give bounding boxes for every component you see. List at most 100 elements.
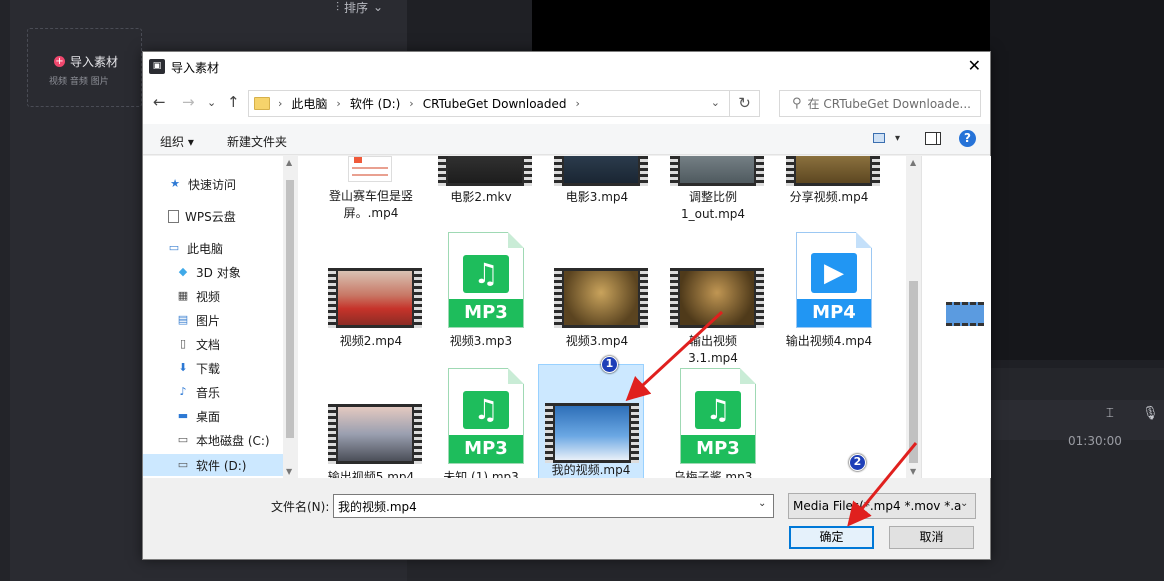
folder-icon (254, 97, 270, 110)
file-item[interactable]: ♫ MP3 乌梅子酱.mp3 (660, 364, 766, 478)
search-placeholder: 在 CRTubeGet Downloade... (807, 97, 971, 111)
file-item[interactable]: ▶ MP4 输出视频4.mp4 (776, 228, 882, 360)
search-input[interactable]: ⚲ 在 CRTubeGet Downloade... (779, 90, 981, 117)
chevron-down-icon[interactable]: ⌄ (960, 498, 968, 509)
file-name: 输出视频4.mp4 (785, 334, 873, 348)
file-item[interactable]: ♫ MP3 视频3.mp3 (428, 228, 534, 360)
help-icon[interactable]: ? (959, 130, 976, 147)
breadcrumb-this-pc[interactable]: 此电脑 (291, 95, 327, 112)
nav-item-documents[interactable]: ▯ 文档 (143, 333, 283, 355)
nav-item-label: 音乐 (196, 385, 221, 400)
file-item[interactable]: 电影3.mp4 (544, 156, 650, 208)
file-name: 视频2.mp4 (339, 334, 403, 348)
download-icon: ⬇ (178, 361, 188, 374)
nav-item-label: 图片 (196, 313, 221, 328)
file-thumbnail (348, 156, 392, 182)
file-name: 电影2.mkv (450, 190, 512, 204)
nav-item-videos[interactable]: ▦ 视频 (143, 285, 283, 307)
right-panel (990, 0, 1164, 360)
cancel-button[interactable]: 取消 (889, 526, 974, 549)
file-item-selected[interactable]: 我的视频.mp4 (538, 364, 644, 478)
file-name: 未知 (1).mp3 (443, 470, 519, 478)
file-item[interactable]: 调整比例1_out.mp4 (660, 156, 766, 226)
up-arrow-icon[interactable]: ↑ (227, 93, 240, 111)
recent-dropdown-icon[interactable]: ⌄ (207, 96, 216, 109)
import-title: + 导入素材 (54, 53, 118, 70)
chevron-down-icon[interactable]: ⌄ (758, 498, 766, 509)
chevron-right-icon: › (278, 97, 283, 110)
scroll-up-icon[interactable]: ▲ (910, 158, 916, 167)
nav-scrollbar[interactable]: ▲ ▼ (283, 156, 297, 478)
ok-button[interactable]: 确定 (789, 526, 874, 549)
star-icon: ★ (170, 177, 180, 190)
file-item[interactable]: 登山赛车但是竖屏。.mp4 (318, 156, 424, 226)
file-name: 我的视频.mp4 (551, 463, 631, 477)
text-icon[interactable]: ⌶ (1106, 406, 1114, 421)
refresh-icon[interactable]: ↻ (730, 90, 760, 117)
file-item[interactable]: 输出视频5.mp4 (318, 400, 424, 478)
import-subtitle: 视频 音频 图片 (49, 77, 109, 87)
nav-item-drive-c[interactable]: ▭ 本地磁盘 (C:) (143, 429, 283, 451)
file-item[interactable]: 视频3.mp4 (544, 264, 650, 360)
import-media-box[interactable]: + 导入素材 视频 音频 图片 (27, 28, 142, 107)
music-note-icon: ♫ (695, 391, 741, 429)
view-options-icon[interactable] (873, 133, 885, 143)
forward-arrow-icon[interactable]: → (182, 93, 195, 111)
back-arrow-icon[interactable]: ← (153, 93, 166, 111)
timeline-time: 01:30:00 (1068, 434, 1122, 448)
file-item[interactable]: 视频2.mp4 (318, 264, 424, 360)
file-type-label: MP4 (797, 299, 871, 327)
new-folder-button[interactable]: 新建文件夹 (227, 133, 287, 150)
nav-item-wps-cloud[interactable]: WPS云盘 (143, 205, 283, 227)
video-thumbnail (328, 404, 422, 464)
chevron-down-icon: ⌄ (373, 0, 384, 14)
side-strip (0, 0, 10, 581)
filename-input[interactable] (333, 494, 774, 518)
file-type-label: MP3 (449, 299, 523, 327)
scroll-down-icon[interactable]: ▼ (286, 467, 292, 476)
breadcrumb-folder[interactable]: CRTubeGet Downloaded (423, 97, 567, 111)
nav-item-quick-access[interactable]: ★ 快速访问 (143, 173, 283, 195)
organize-menu[interactable]: 组织 ▾ (160, 133, 194, 150)
scrollbar-thumb[interactable] (909, 281, 918, 463)
address-bar[interactable]: › 此电脑 › 软件 (D:) › CRTubeGet Downloaded ›… (248, 90, 730, 117)
nav-item-label: 下载 (196, 361, 221, 376)
video-thumbnail (554, 156, 648, 186)
nav-item-label: 文档 (196, 337, 221, 352)
chevron-down-icon[interactable]: ⌄ (711, 96, 720, 109)
search-icon: ⚲ (792, 96, 802, 111)
sort-button[interactable]: ⫶ 排序 ⌄ (336, 0, 384, 15)
scroll-down-icon[interactable]: ▼ (910, 467, 916, 476)
preview-pane-icon[interactable] (925, 132, 941, 145)
file-item[interactable]: ♫ MP3 未知 (1).mp3 (428, 364, 534, 478)
chevron-right-icon: › (336, 97, 341, 110)
mp3-file-icon: ♫ MP3 (448, 232, 524, 328)
microphone-icon[interactable]: 🎙 (1142, 406, 1159, 421)
nav-item-desktop[interactable]: ▬ 桌面 (143, 405, 283, 427)
chevron-down-icon[interactable]: ▾ (895, 133, 900, 144)
nav-item-music[interactable]: ♪ 音乐 (143, 381, 283, 403)
nav-item-label: 软件 (D:) (196, 458, 247, 473)
nav-item-this-pc[interactable]: ▭ 此电脑 (143, 237, 283, 259)
close-icon[interactable]: ✕ (968, 56, 981, 75)
file-name: 调整比例1_out.mp4 (680, 190, 746, 221)
video-thumbnail (545, 403, 639, 463)
computer-icon: ▭ (168, 241, 180, 254)
file-type-filter[interactable]: Media Files(*.mp4 *.mov *.a (788, 493, 976, 519)
nav-item-downloads[interactable]: ⬇ 下载 (143, 357, 283, 379)
file-item[interactable]: 分享视频.mp4 (776, 156, 882, 208)
breadcrumb-drive-d[interactable]: 软件 (D:) (350, 95, 400, 112)
plus-icon: + (54, 56, 65, 67)
scrollbar-thumb[interactable] (286, 180, 294, 438)
scroll-up-icon[interactable]: ▲ (286, 158, 292, 167)
nav-item-3d-objects[interactable]: ◆ 3D 对象 (143, 261, 283, 283)
file-item[interactable]: 电影2.mkv (428, 156, 534, 208)
sort-icon: ⫶ (336, 0, 340, 14)
mp3-file-icon: ♫ MP3 (448, 368, 524, 464)
command-toolbar: 组织 ▾ 新建文件夹 ▾ ? (143, 124, 990, 155)
file-item[interactable]: 输出视频3.1.mp4 (660, 264, 766, 378)
nav-item-pictures[interactable]: ▤ 图片 (143, 309, 283, 331)
file-list-scrollbar[interactable]: ▲ ▼ (906, 156, 921, 478)
drive-icon: ▭ (177, 458, 189, 471)
nav-item-drive-d[interactable]: ▭ 软件 (D:) (143, 454, 283, 476)
